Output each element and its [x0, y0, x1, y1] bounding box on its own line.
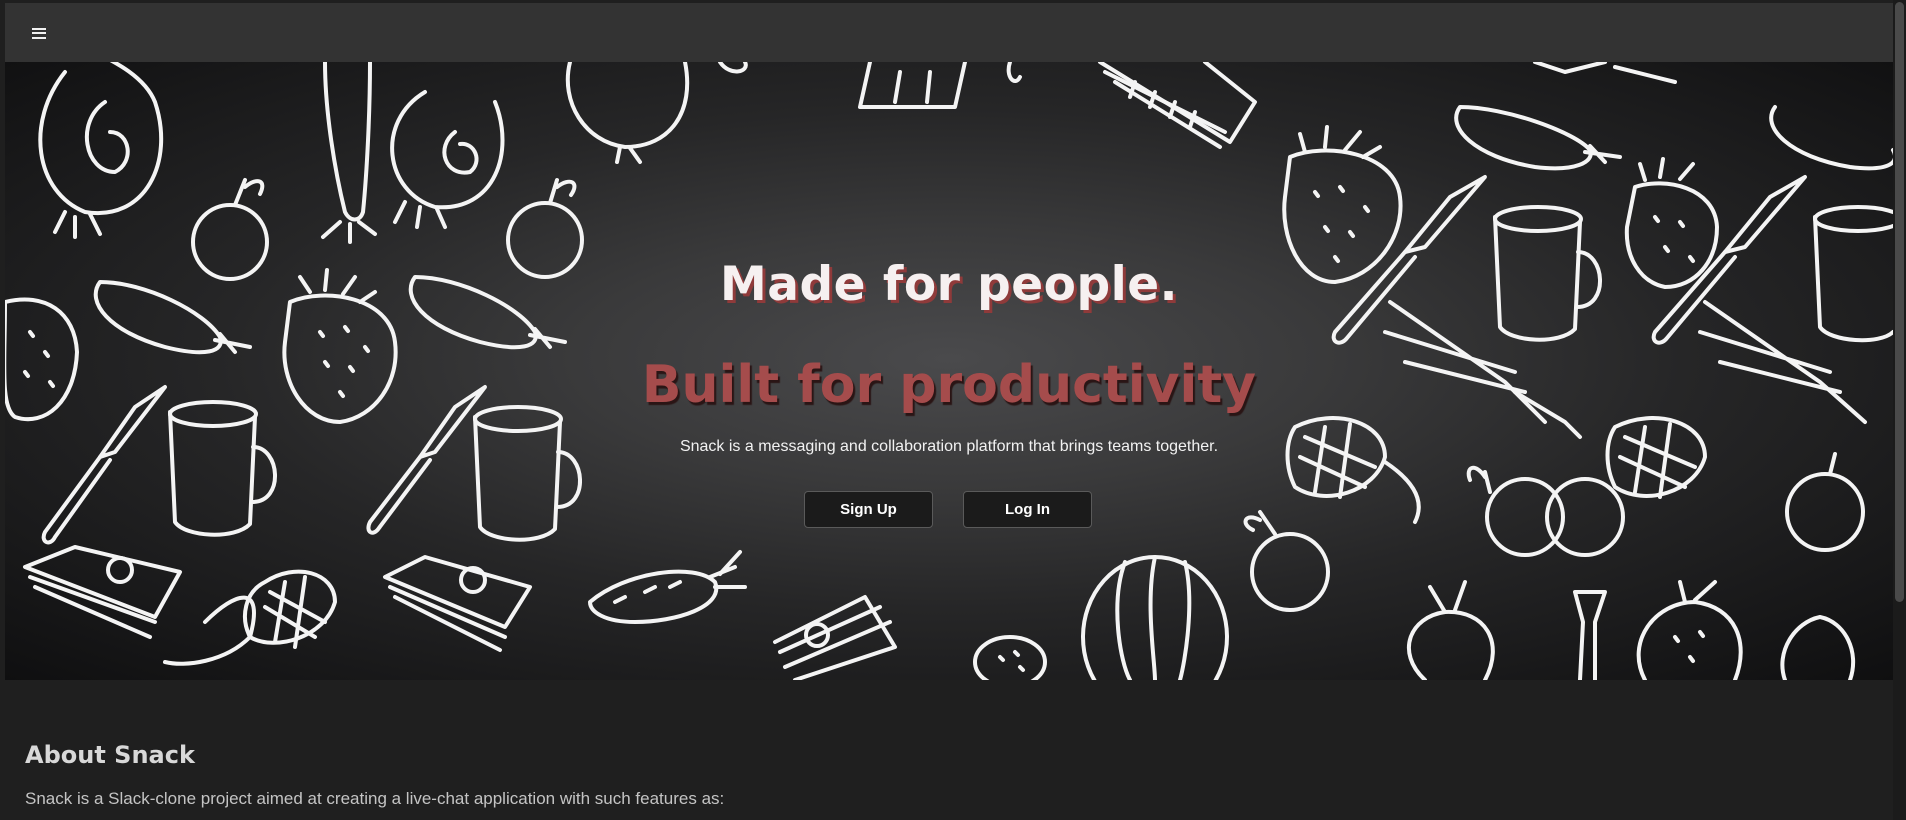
orange-icon — [1466, 465, 1625, 557]
sign-up-button[interactable]: Sign Up — [804, 491, 933, 528]
log-in-button[interactable]: Log In — [963, 491, 1092, 528]
carrot-icon — [588, 550, 747, 624]
plum-icon — [1636, 580, 1743, 680]
page: Made for people. Built for productivity … — [5, 3, 1893, 820]
about-text: Snack is a Slack-clone project aimed at … — [25, 789, 725, 808]
about-heading: About Snack — [25, 741, 195, 769]
corn-icon — [163, 569, 337, 666]
cake-slice-icon — [383, 555, 532, 652]
onion-icon — [390, 90, 505, 229]
lemon-icon — [973, 635, 1047, 680]
carrot-icon — [321, 62, 377, 244]
onion-icon — [1780, 615, 1856, 680]
onion-icon — [38, 62, 164, 239]
top-navbar — [5, 3, 1893, 62]
scrollbar-thumb[interactable] — [1895, 2, 1904, 602]
hamburger-menu-icon — [32, 27, 46, 39]
orange-icon — [1243, 510, 1330, 612]
carrot-icon — [1573, 590, 1607, 680]
eggplant-icon — [1454, 105, 1622, 171]
page-scrollbar[interactable] — [1893, 0, 1906, 820]
menu-button[interactable] — [24, 18, 54, 48]
cake-slice-icon — [1098, 62, 1257, 149]
eggplant-icon — [1769, 105, 1893, 171]
watermelon-icon — [1081, 555, 1229, 680]
mug-icon — [473, 405, 582, 542]
cake-slice-icon — [773, 595, 897, 680]
corn-icon — [1285, 416, 1421, 524]
cake-slice-icon — [23, 545, 182, 639]
corn-icon — [1605, 416, 1707, 499]
plum-icon — [565, 62, 690, 164]
hero-title: Made for people. — [720, 257, 1178, 312]
hero-description: Snack is a messaging and collaboration p… — [679, 438, 1219, 455]
hero-subtitle: Built for productivity — [641, 355, 1257, 415]
mug-icon — [168, 400, 277, 537]
hero-section: Made for people. Built for productivity … — [5, 62, 1893, 680]
orange-icon — [1785, 452, 1865, 552]
onion-icon — [1406, 580, 1495, 680]
mug-icon — [858, 62, 967, 109]
